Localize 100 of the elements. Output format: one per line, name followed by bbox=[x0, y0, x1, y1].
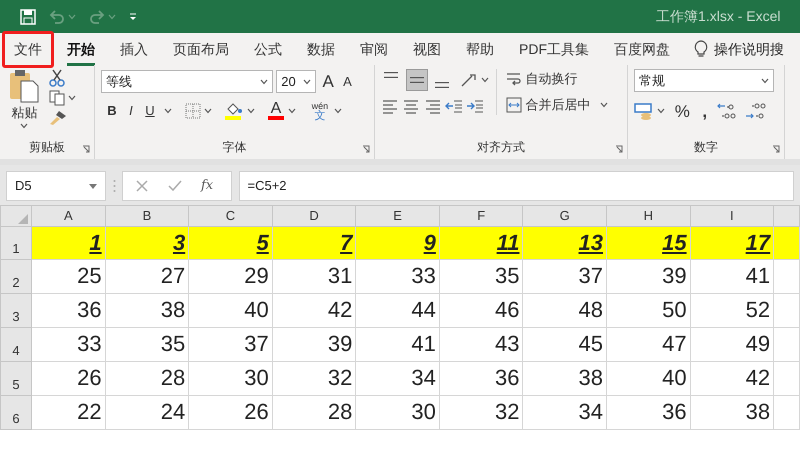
grow-font-button[interactable]: A bbox=[320, 69, 337, 94]
customize-icon[interactable] bbox=[129, 12, 137, 20]
caret-icon[interactable] bbox=[288, 108, 296, 114]
ribbon-tab[interactable]: 数据 bbox=[299, 35, 343, 63]
ribbon-tab[interactable]: 审阅 bbox=[352, 35, 396, 63]
table-cell: 5 bbox=[188, 226, 272, 259]
dropdown-arrow-icon bbox=[89, 184, 97, 188]
align-left-icon[interactable] bbox=[381, 98, 399, 114]
tell-me-search[interactable]: 操作说明搜 bbox=[714, 38, 784, 60]
column-header[interactable]: C bbox=[188, 206, 272, 226]
dialog-launcher-icon[interactable] bbox=[362, 145, 370, 153]
table-cell: 33 bbox=[356, 259, 440, 293]
row-header[interactable]: 3 bbox=[0, 293, 32, 327]
table-cell: 41 bbox=[690, 259, 774, 293]
vertical-align-button[interactable] bbox=[406, 69, 428, 91]
caret-icon[interactable] bbox=[481, 77, 490, 83]
font-color-button[interactable]: A bbox=[268, 102, 284, 120]
caret-icon[interactable] bbox=[20, 122, 28, 128]
brush-icon[interactable] bbox=[49, 110, 67, 126]
ribbon-tab[interactable]: 公式 bbox=[246, 35, 290, 63]
table-cell: 50 bbox=[606, 293, 690, 327]
column-header[interactable]: B bbox=[105, 206, 189, 226]
name-box[interactable]: D5 bbox=[6, 171, 106, 201]
dialog-launcher-icon[interactable] bbox=[772, 145, 780, 153]
table-cell: 35 bbox=[105, 327, 189, 361]
table-cell: 52 bbox=[690, 293, 774, 327]
table-cell: 40 bbox=[188, 293, 272, 327]
caret-icon[interactable] bbox=[334, 108, 342, 114]
comma-button[interactable]: , bbox=[699, 98, 710, 124]
orientation-icon[interactable] bbox=[460, 72, 478, 88]
table-cell: 42 bbox=[690, 361, 774, 395]
table-cell: 49 bbox=[690, 327, 774, 361]
save-icon[interactable] bbox=[20, 8, 36, 24]
caret-icon[interactable] bbox=[204, 108, 212, 114]
shrink-font-button[interactable]: A bbox=[340, 72, 355, 92]
scissors-icon[interactable] bbox=[49, 69, 65, 87]
column-header[interactable]: G bbox=[522, 206, 607, 226]
currency-icon[interactable] bbox=[634, 102, 654, 120]
align-right-icon[interactable] bbox=[424, 98, 442, 114]
align-lines-icon bbox=[434, 82, 448, 88]
font-name-select[interactable]: 等线 bbox=[101, 70, 273, 94]
caret-icon[interactable] bbox=[260, 78, 268, 85]
font-style-button[interactable]: U bbox=[142, 101, 158, 121]
ribbon-tab[interactable]: 百度网盘 bbox=[606, 35, 678, 63]
row-header[interactable]: 2 bbox=[0, 259, 32, 293]
column-header[interactable]: F bbox=[439, 206, 523, 226]
row-header[interactable]: 4 bbox=[0, 327, 32, 361]
formula-input[interactable]: =C5+2 bbox=[238, 171, 794, 201]
caret-icon[interactable] bbox=[303, 78, 312, 85]
copy-icon[interactable] bbox=[49, 90, 65, 106]
fill-color-icon[interactable] bbox=[225, 102, 244, 120]
column-header[interactable]: A bbox=[32, 206, 106, 226]
ribbon-tab[interactable]: 帮助 bbox=[458, 35, 502, 63]
corner-triangle-icon bbox=[18, 214, 28, 224]
column-header[interactable]: I bbox=[690, 206, 774, 226]
lightbulb-icon[interactable] bbox=[694, 40, 708, 58]
align-center-icon[interactable] bbox=[402, 98, 420, 114]
table-cell: 41 bbox=[356, 327, 440, 361]
dialog-launcher-icon[interactable] bbox=[82, 145, 90, 153]
number-format-select[interactable]: 常规 bbox=[634, 69, 774, 92]
table-cell: 36 bbox=[439, 361, 523, 395]
caret-icon[interactable] bbox=[164, 108, 172, 114]
ribbon-tab[interactable]: 插入 bbox=[112, 35, 156, 63]
merge-center-button[interactable]: 合并后居中 bbox=[503, 95, 594, 114]
wrap-text-button[interactable]: 自动换行 bbox=[503, 69, 608, 88]
ribbon-tab[interactable]: 视图 bbox=[405, 35, 449, 63]
border-icon[interactable] bbox=[185, 103, 202, 119]
row-header[interactable]: 5 bbox=[0, 361, 32, 395]
decrease-indent-icon[interactable] bbox=[444, 98, 463, 114]
column-header[interactable]: H bbox=[606, 206, 690, 226]
table-cell: 34 bbox=[522, 395, 607, 429]
phonetic-guide-button[interactable]: wén 文 bbox=[308, 101, 332, 121]
caret-icon[interactable] bbox=[761, 78, 769, 84]
caret-icon[interactable] bbox=[657, 108, 666, 114]
font-style-button[interactable]: I bbox=[126, 101, 136, 121]
font-size-select[interactable]: 20 bbox=[276, 70, 316, 94]
font-style-button[interactable]: B bbox=[104, 101, 120, 121]
column-header[interactable]: D bbox=[272, 206, 356, 226]
insert-function-button[interactable]: fx bbox=[201, 176, 214, 196]
column-header[interactable]: E bbox=[356, 206, 440, 226]
table-cell: 22 bbox=[32, 395, 106, 429]
ribbon-tab[interactable]: 文件 bbox=[6, 35, 50, 63]
table-cell: 45 bbox=[522, 327, 607, 361]
row-header[interactable]: 6 bbox=[0, 395, 32, 429]
group-label: 数字 bbox=[694, 140, 718, 154]
caret-icon[interactable] bbox=[600, 102, 608, 108]
row-header[interactable]: 1 bbox=[0, 226, 32, 259]
ribbon-tab[interactable]: 开始 bbox=[59, 35, 103, 63]
increase-indent-icon[interactable] bbox=[466, 98, 484, 114]
ribbon-tab[interactable]: 页面布局 bbox=[165, 35, 237, 63]
decrease-decimal-icon[interactable] bbox=[745, 102, 768, 120]
caret-icon[interactable] bbox=[246, 108, 255, 114]
table-cell: 39 bbox=[606, 259, 690, 293]
table-cell: 11 bbox=[439, 226, 523, 259]
check-icon[interactable] bbox=[168, 180, 182, 192]
ribbon-tab[interactable]: PDF工具集 bbox=[511, 35, 597, 63]
dialog-launcher-icon[interactable] bbox=[615, 145, 623, 153]
caret-icon[interactable] bbox=[68, 95, 76, 102]
percent-button[interactable]: % bbox=[672, 98, 693, 124]
paste-button[interactable]: 粘贴 bbox=[6, 69, 42, 128]
